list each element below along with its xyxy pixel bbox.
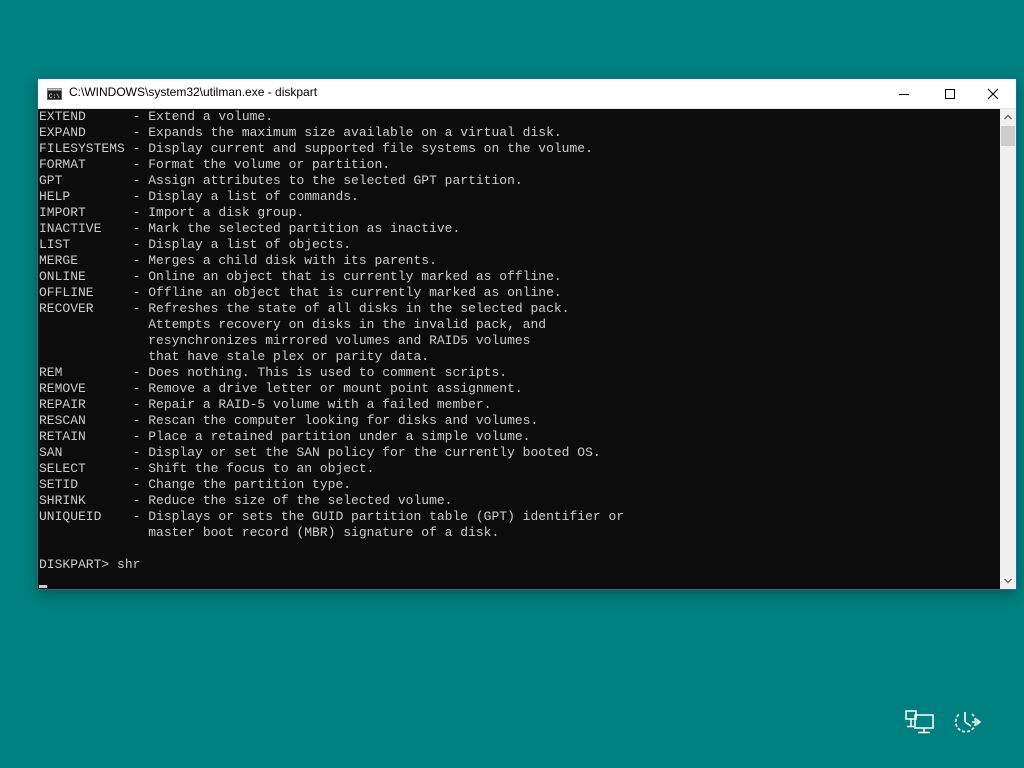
text-cursor [39,585,47,588]
console-line: MERGE - Merges a child disk with its par… [39,253,437,268]
minimize-icon [899,94,909,95]
console-line: SETID - Change the partition type. [39,477,352,492]
console-line: FORMAT - Format the volume or partition. [39,157,391,172]
console-line: HELP - Display a list of commands. [39,189,359,204]
scroll-thumb[interactable] [1001,126,1015,146]
svg-text:C:\: C:\ [49,93,60,100]
console-line: Attempts recovery on disks in the invali… [39,317,547,332]
vertical-scrollbar[interactable] [1000,109,1016,589]
maximize-button[interactable] [927,79,973,108]
console-line: REPAIR - Repair a RAID-5 volume with a f… [39,397,492,412]
scroll-up-arrow-icon [1004,114,1012,120]
console-line: RECOVER - Refreshes the state of all dis… [39,301,570,316]
console-text: EXTEND - Extend a volume. EXPAND - Expand… [38,109,1000,573]
console-line: SHRINK - Reduce the size of the selected… [39,493,453,508]
console-line: REMOVE - Remove a drive letter or mount … [39,381,523,396]
console-line: RETAIN - Place a retained partition unde… [39,429,531,444]
console-line: EXPAND - Expands the maximum size availa… [39,125,562,140]
scroll-down-button[interactable] [1000,573,1016,589]
console-line: resynchronizes mirrored volumes and RAID… [39,333,531,348]
network-icon [905,710,934,734]
scroll-up-button[interactable] [1000,109,1016,125]
ease-of-access-button[interactable] [950,707,984,737]
console-line: LIST - Display a list of objects. [39,237,352,252]
console-line: SELECT - Shift the focus to an object. [39,461,375,476]
console-line: that have stale plex or parity data. [39,349,430,364]
console-line: RESCAN - Rescan the computer looking for… [39,413,539,428]
console-icon: C:\ [47,87,62,100]
console-line: master boot record (MBR) signature of a … [39,525,500,540]
maximize-icon [945,89,955,99]
console-line: SAN - Display or set the SAN policy for … [39,445,601,460]
scroll-down-arrow-icon [1004,578,1012,584]
close-icon [987,88,999,100]
minimize-button[interactable] [881,79,927,108]
ease-of-access-icon [954,712,982,733]
window-title: C:\WINDOWS\system32\utilman.exe - diskpa… [69,85,318,99]
console-output[interactable]: EXTEND - Extend a volume. EXPAND - Expand… [38,109,1000,589]
console-line: GPT - Assign attributes to the selected … [39,173,523,188]
console-line: DISKPART> shr [39,557,141,572]
title-bar[interactable]: C:\ C:\WINDOWS\system32\utilman.exe - di… [38,79,1016,109]
console-line: ONLINE - Online an object that is curren… [39,269,562,284]
console-line: REM - Does nothing. This is used to comm… [39,365,508,380]
console-line: EXTEND - Extend a volume. [39,109,274,124]
console-line: IMPORT - Import a disk group. [39,205,305,220]
close-button[interactable] [970,79,1016,108]
network-button[interactable] [903,707,937,737]
console-window[interactable]: C:\ C:\WINDOWS\system32\utilman.exe - di… [38,79,1016,589]
console-line: FILESYSTEMS - Display current and suppor… [39,141,593,156]
console-line: INACTIVE - Mark the selected partition a… [39,221,461,236]
console-line: OFFLINE - Offline an object that is curr… [39,285,562,300]
console-line: UNIQUEID - Displays or sets the GUID par… [39,509,625,524]
